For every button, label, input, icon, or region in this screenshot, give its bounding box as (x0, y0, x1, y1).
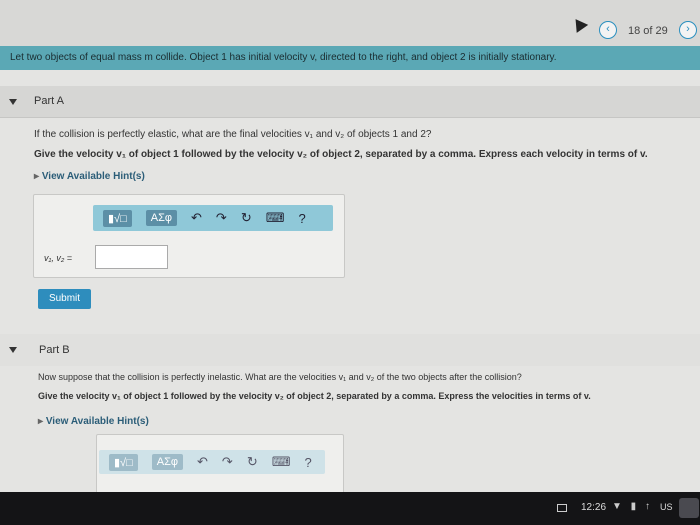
keyboard-icon[interactable]: ⌨ (272, 454, 291, 470)
caret-down-icon (9, 99, 17, 105)
greek-symbols-button[interactable]: ΑΣφ (151, 454, 184, 470)
part-a-label: Part A (34, 95, 64, 107)
greek-symbols-button[interactable]: ΑΣφ (145, 210, 178, 226)
part-a-header[interactable]: Part A (0, 86, 700, 118)
part-b-header[interactable]: Part B (0, 334, 700, 366)
part-b-question: Now suppose that the collision is perfec… (38, 372, 522, 382)
mouse-cursor-icon (569, 15, 589, 33)
undo-icon[interactable]: ↶ (191, 210, 202, 226)
part-b-math-toolbar: ▮√□ ΑΣφ ↶ ↷ ↻ ⌨ ? (99, 450, 325, 474)
part-a-instruction: Give the velocity v₁ of object 1 followe… (34, 149, 648, 160)
templates-button[interactable]: ▮√□ (103, 209, 132, 227)
help-icon[interactable]: ? (305, 455, 312, 470)
answer-input[interactable] (95, 245, 168, 269)
chevron-left-icon[interactable]: ‹ (599, 21, 617, 39)
part-a-hint-link[interactable]: View Available Hint(s) (34, 171, 145, 182)
chevron-right-icon[interactable]: › (679, 21, 697, 39)
reset-icon[interactable]: ↻ (241, 210, 252, 226)
page-count: 18 of 29 (628, 25, 668, 37)
redo-icon[interactable]: ↷ (216, 210, 227, 226)
caret-down-icon (9, 347, 17, 353)
reset-icon[interactable]: ↻ (247, 454, 258, 470)
app-icon[interactable] (679, 498, 699, 518)
submit-button[interactable]: Submit (38, 289, 91, 309)
keyboard-icon[interactable]: ⌨ (266, 210, 285, 226)
help-icon[interactable]: ? (299, 211, 306, 226)
taskbar: 12:26 ▼ ▮ ↑ US (0, 492, 700, 525)
language-indicator[interactable]: US (660, 502, 673, 512)
answer-label: v₁, v₂ = (44, 253, 73, 263)
problem-intro: Let two objects of equal mass m collide.… (0, 46, 700, 70)
part-b-label: Part B (39, 344, 70, 356)
undo-icon[interactable]: ↶ (197, 454, 208, 470)
part-b-hint-link[interactable]: View Available Hint(s) (38, 416, 149, 427)
top-bar: ‹ 18 of 29 › (0, 0, 700, 46)
part-a-question: If the collision is perfectly elastic, w… (34, 129, 432, 140)
part-a-math-toolbar: ▮√□ ΑΣφ ↶ ↷ ↻ ⌨ ? (93, 205, 333, 231)
part-b-instruction: Give the velocity v₁ of object 1 followe… (38, 391, 591, 401)
redo-icon[interactable]: ↷ (222, 454, 233, 470)
notification-icon[interactable] (557, 504, 567, 512)
clock: 12:26 (581, 502, 607, 513)
status-icons: ▼ ▮ ↑ (612, 501, 653, 512)
templates-button[interactable]: ▮√□ (109, 453, 138, 471)
